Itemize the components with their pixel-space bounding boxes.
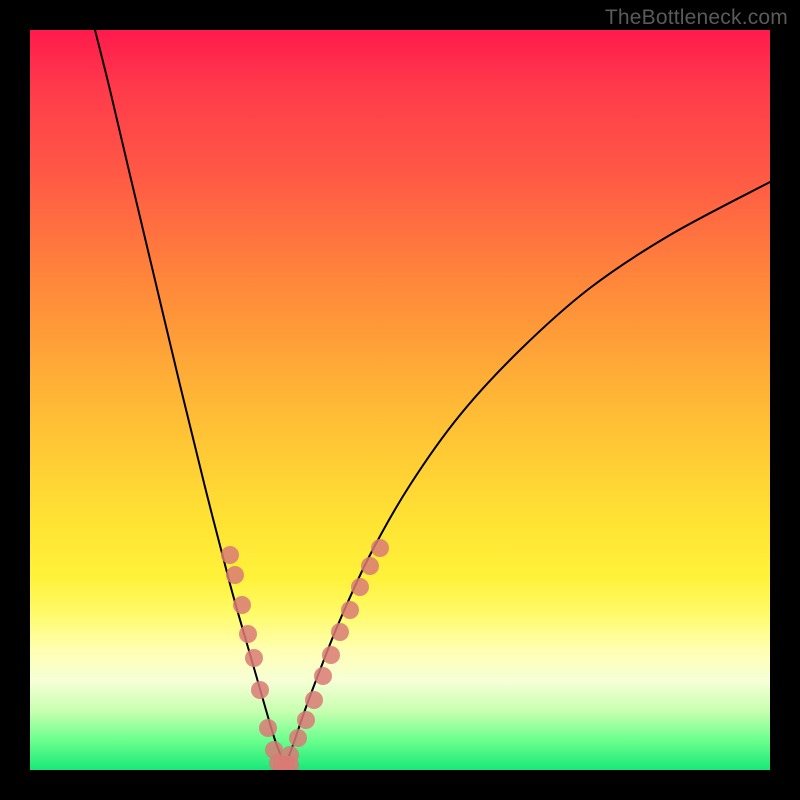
chart-frame: TheBottleneck.com bbox=[0, 0, 800, 800]
data-point bbox=[297, 711, 315, 729]
watermark-label: TheBottleneck.com bbox=[605, 6, 788, 30]
data-point bbox=[289, 729, 307, 747]
data-point bbox=[251, 681, 269, 699]
right-curve bbox=[285, 182, 770, 766]
data-point bbox=[341, 601, 359, 619]
data-point bbox=[233, 596, 251, 614]
data-point bbox=[361, 557, 379, 575]
data-point bbox=[221, 546, 239, 564]
data-point bbox=[331, 623, 349, 641]
data-point bbox=[239, 625, 257, 643]
data-point bbox=[371, 539, 389, 557]
data-point bbox=[314, 667, 332, 685]
data-point bbox=[226, 566, 244, 584]
data-point bbox=[322, 646, 340, 664]
chart-svg bbox=[30, 30, 770, 770]
data-point bbox=[245, 649, 263, 667]
data-points bbox=[221, 539, 389, 770]
data-point bbox=[351, 578, 369, 596]
data-point bbox=[305, 691, 323, 709]
data-point bbox=[259, 719, 277, 737]
plot-area bbox=[30, 30, 770, 770]
